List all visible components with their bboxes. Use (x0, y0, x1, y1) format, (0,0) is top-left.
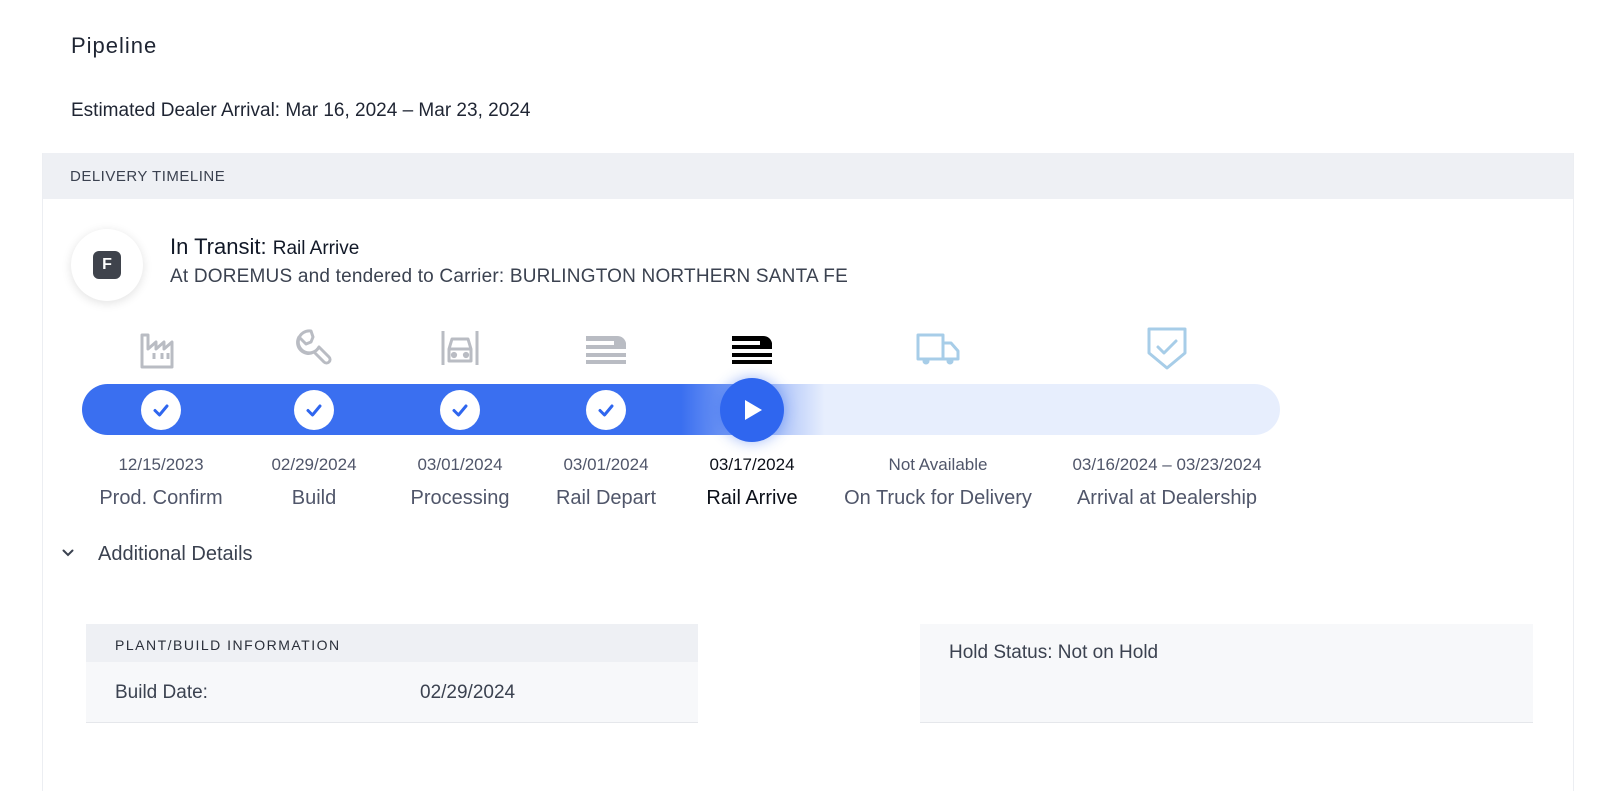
plant-build-header: PLANT/BUILD INFORMATION (86, 624, 698, 662)
car-front-icon (441, 331, 479, 365)
step-date: 03/01/2024 (417, 455, 503, 474)
train-icon (586, 336, 626, 364)
vehicle-badge: F (71, 229, 143, 301)
step-label-build: Build (291, 487, 337, 509)
step-label-rail-arrive: Rail Arrive (706, 487, 798, 509)
build-date-value: 02/29/2024 (420, 682, 516, 703)
estimated-dealer-arrival: Estimated Dealer Arrival: Mar 16, 2024 –… (71, 100, 531, 121)
step-date: Not Available (888, 455, 988, 474)
checkmark-icon (306, 404, 322, 417)
step-label-on-truck: On Truck for Delivery (844, 487, 1032, 509)
step-complete-marker (141, 390, 181, 430)
delivery-timeline-header: DELIVERY TIMELINE (43, 153, 1573, 199)
checkmark-icon (153, 404, 169, 417)
progress-track (82, 384, 1280, 435)
step-label-prod-confirm: Prod. Confirm (99, 487, 223, 509)
step-label-rail-depart: Rail Depart (555, 487, 657, 509)
checkmark-icon (598, 404, 614, 417)
additional-details-toggle[interactable]: Additional Details (62, 543, 253, 566)
train-icon (732, 336, 772, 364)
hold-status-text: Hold Status: Not on Hold (949, 642, 1159, 663)
shield-check-icon (1147, 327, 1187, 370)
play-icon (745, 400, 762, 420)
chevron-down-icon (62, 544, 78, 560)
hold-status-card: Hold Status: Not on Hold (920, 624, 1533, 723)
step-date: 12/15/2023 (118, 455, 204, 474)
page-title: Pipeline (71, 33, 158, 58)
checkmark-icon (452, 404, 468, 417)
step-complete-marker (294, 390, 334, 430)
step-date: 02/29/2024 (271, 455, 357, 474)
wrench-icon (296, 329, 332, 365)
status-description: At DOREMUS and tendered to Carrier: BURL… (170, 266, 848, 287)
build-date-label: Build Date: (115, 682, 208, 703)
step-date-current: 03/17/2024 (709, 455, 795, 474)
status-substep: Rail Arrive (272, 238, 360, 259)
additional-details-label: Additional Details (98, 543, 253, 565)
status-title-label: In Transit: (170, 234, 267, 259)
step-date: 03/01/2024 (563, 455, 649, 474)
factory-icon (140, 333, 174, 369)
status-title: In Transit: Rail Arrive (170, 234, 359, 260)
step-complete-marker (586, 390, 626, 430)
step-label-arrival-dealership: Arrival at Dealership (1076, 487, 1258, 509)
step-label-processing: Processing (410, 487, 510, 509)
truck-icon (916, 333, 960, 365)
step-current-marker (720, 378, 784, 442)
plant-build-card: PLANT/BUILD INFORMATION Build Date: 02/2… (86, 624, 698, 723)
step-date: 03/16/2024 – 03/23/2024 (1072, 455, 1262, 474)
badge-letter: F (93, 251, 121, 279)
step-complete-marker (440, 390, 480, 430)
